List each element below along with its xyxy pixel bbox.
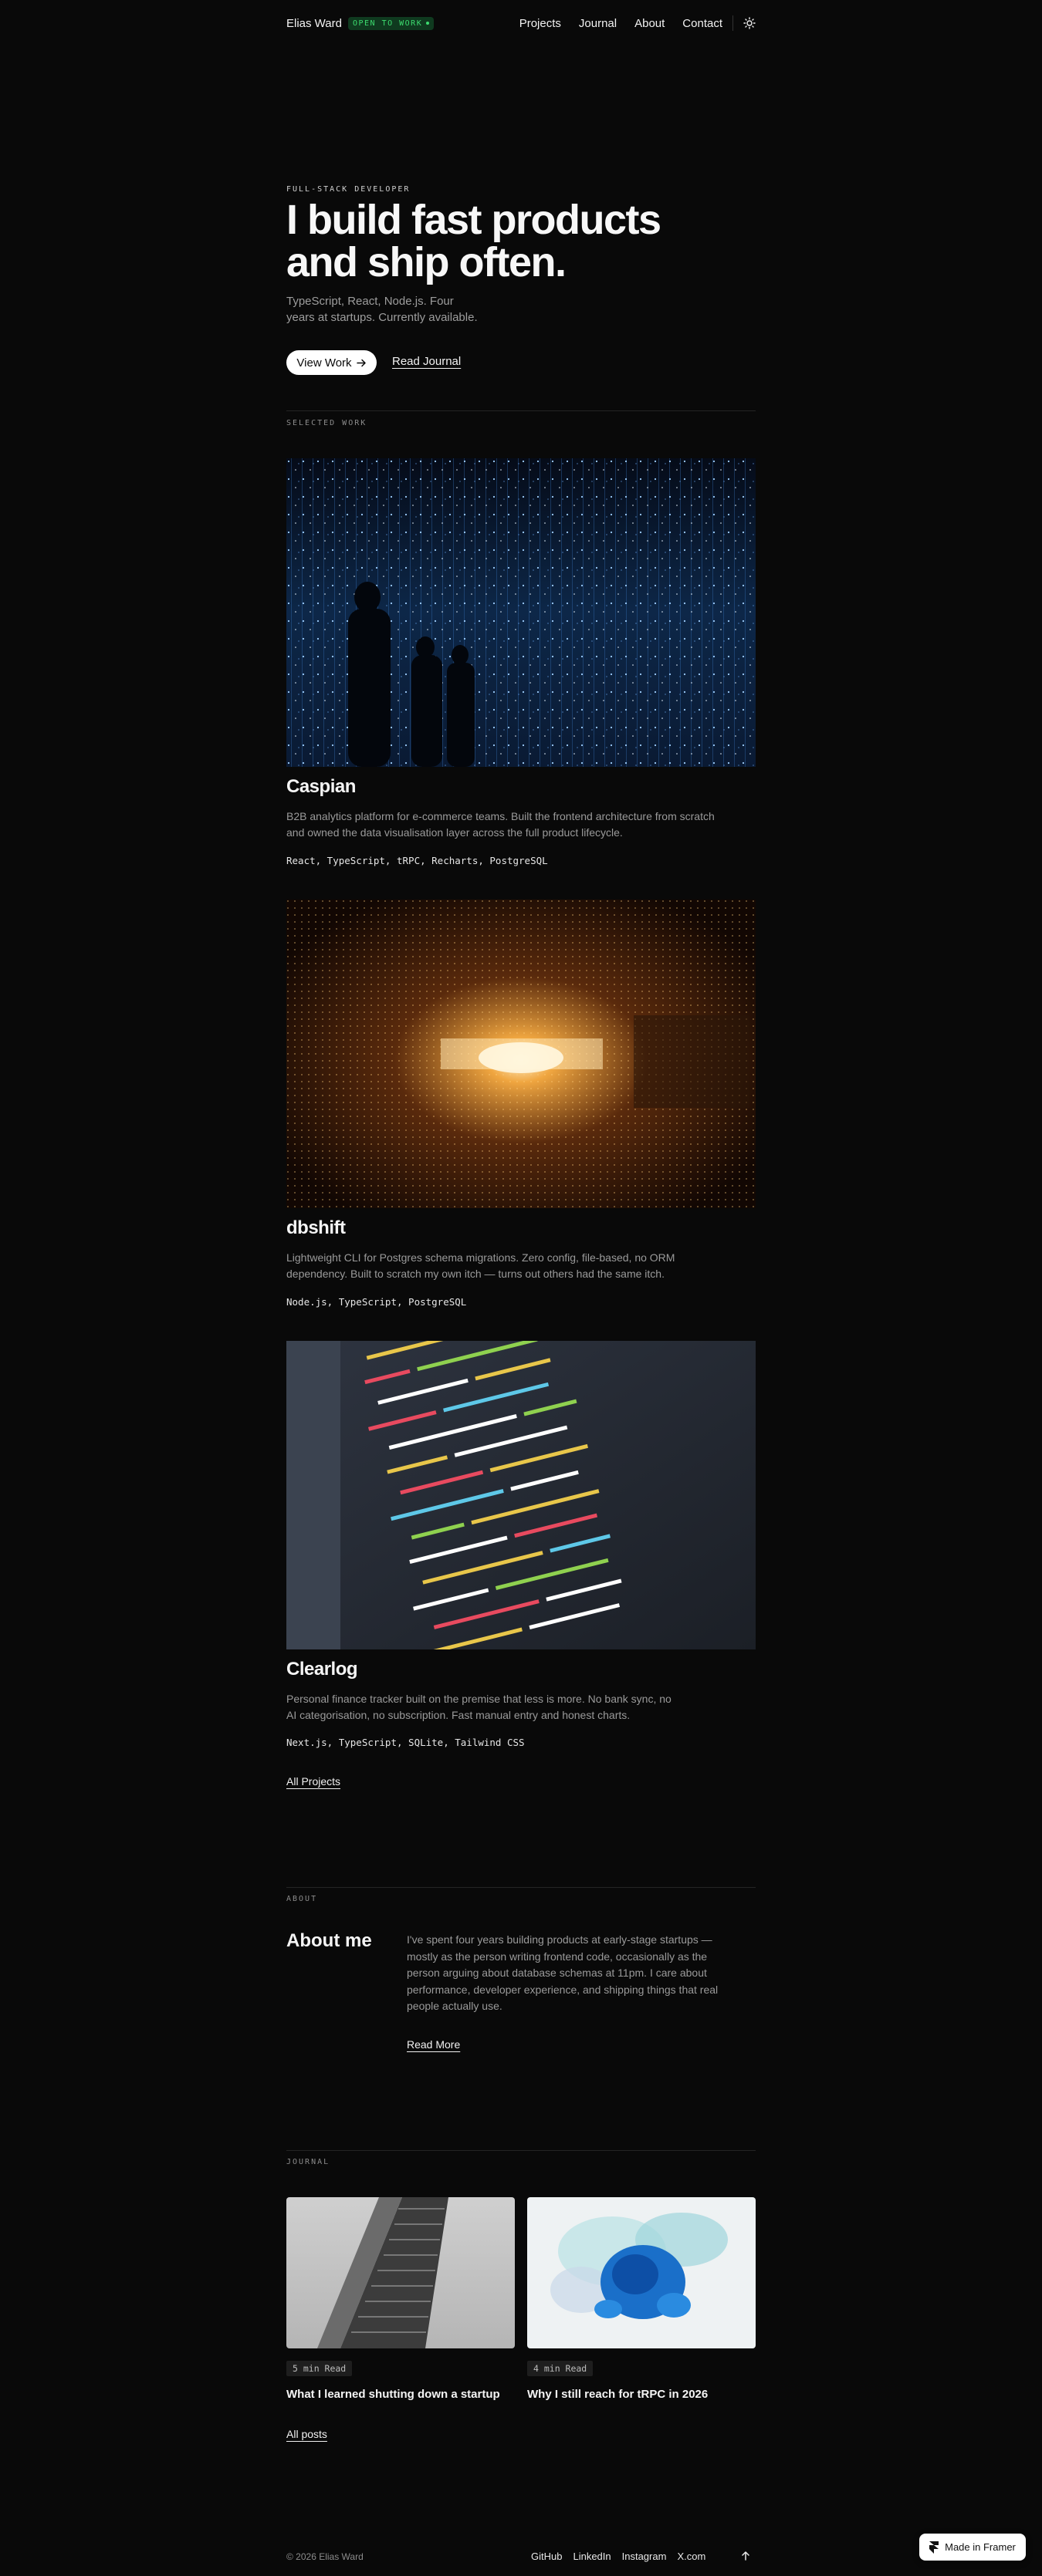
code-editor-screen-image[interactable] [286,1341,756,1649]
nav-link-about[interactable]: About [634,17,665,30]
hero-title: I build fast products and ship often. [286,197,661,285]
about-text: I've spent four years building products … [407,1933,719,2012]
nav-link-projects[interactable]: Projects [519,17,561,30]
nav-link-journal[interactable]: Journal [579,17,617,30]
read-journal-link[interactable]: Read Journal [392,355,461,368]
golden-light-tunnel-image[interactable] [286,900,756,1208]
made-in-framer-badge[interactable]: Made in Framer [919,2534,1026,2561]
arrow-right-icon [356,359,366,366]
read-time-badge: 5 min Read [286,2361,353,2376]
footer-link-github[interactable]: GitHub [531,2551,562,2562]
project-tags: Next.js, TypeScript, SQLite, Tailwind CS… [286,1737,525,1748]
nav-links: Projects Journal About Contact [502,15,756,31]
project-title-dbshift[interactable]: dbshift [286,1217,346,1239]
project-description: Lightweight CLI for Postgres schema migr… [286,1251,675,1280]
post-title[interactable]: What I learned shutting down a startup [286,2388,500,2401]
top-nav: Elias Ward OPEN TO WORK Projects Journal… [286,12,756,34]
section-divider [286,1887,756,1888]
all-projects-link[interactable]: All Projects [286,1775,340,1788]
open-to-work-badge: OPEN TO WORK [347,16,435,30]
section-divider [286,410,756,411]
building-corner-image[interactable] [286,2197,515,2348]
brand-name[interactable]: Elias Ward [286,17,342,30]
section-label-journal: JOURNAL [286,2158,330,2166]
framer-badge-label: Made in Framer [945,2541,1016,2553]
section-divider [286,2150,756,2151]
footer-link-instagram[interactable]: Instagram [622,2551,667,2562]
footer-link-x[interactable]: X.com [677,2551,705,2562]
read-more-link[interactable]: Read More [407,2038,460,2051]
hero-subtitle: TypeScript, React, Node.js. Four years a… [286,295,478,324]
footer-link-linkedin[interactable]: LinkedIn [573,2551,611,2562]
footer-copyright: © 2026 Elias Ward [286,2551,364,2562]
project-tags: Node.js, TypeScript, PostgreSQL [286,1296,467,1308]
sun-icon[interactable] [743,17,756,29]
about-title: About me [286,1930,372,1951]
all-posts-link[interactable]: All posts [286,2428,327,2440]
post-title[interactable]: Why I still reach for tRPC in 2026 [527,2388,708,2401]
status-dot-icon [426,22,430,25]
nav-link-contact[interactable]: Contact [682,17,722,30]
section-label-work: SELECTED WORK [286,419,367,427]
view-work-label: View Work [296,356,352,370]
blue-light-installation-image[interactable] [286,458,756,767]
framer-logo-icon [929,2541,939,2554]
project-title-clearlog[interactable]: Clearlog [286,1659,358,1680]
project-description: Personal finance tracker built on the pr… [286,1693,672,1721]
hero-eyebrow: FULL-STACK DEVELOPER [286,185,411,194]
view-work-button[interactable]: View Work [286,350,377,375]
project-title-caspian[interactable]: Caspian [286,776,356,798]
arrow-up-icon[interactable] [739,2550,752,2562]
project-description: B2B analytics platform for e-commerce te… [286,810,715,839]
blue-ink-splash-image[interactable] [527,2197,756,2348]
footer-links: GitHub LinkedIn Instagram X.com [531,2551,705,2562]
section-label-about: ABOUT [286,1895,318,1903]
project-tags: React, TypeScript, tRPC, Recharts, Postg… [286,855,548,866]
read-time-badge: 4 min Read [527,2361,594,2376]
badge-label: OPEN TO WORK [352,19,423,28]
nav-divider [732,15,733,31]
